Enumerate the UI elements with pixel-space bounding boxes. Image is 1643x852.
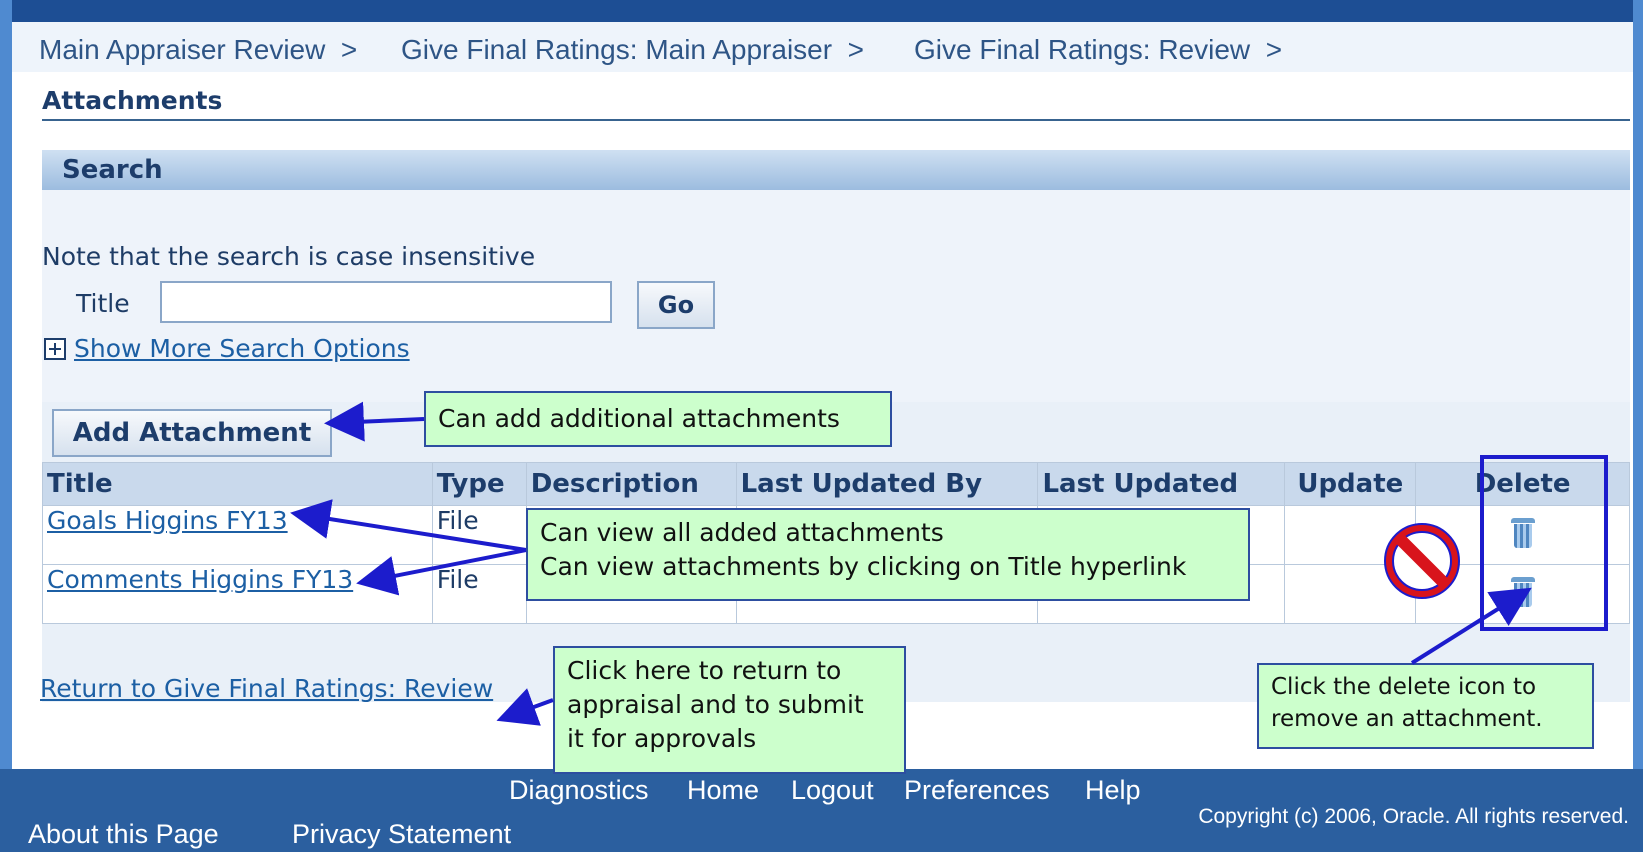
- go-button[interactable]: Go: [637, 281, 715, 329]
- callout-return-line3: it for approvals: [567, 724, 757, 753]
- callout-add-attachments: Can add additional attachments: [424, 391, 892, 447]
- breadcrumb-item-give-final-ratings-main-appraiser[interactable]: Give Final Ratings: Main Appraiser >: [401, 34, 864, 66]
- callout-view-attachments: Can view all added attachments Can view …: [526, 508, 1250, 601]
- delete-column-highlight: [1480, 455, 1608, 631]
- cell-type: File: [431, 505, 527, 565]
- callout-view-line2: Can view attachments by clicking on Titl…: [540, 552, 1187, 581]
- column-header-type: Type: [431, 462, 527, 506]
- column-header-last-updated: Last Updated: [1037, 462, 1286, 506]
- app-frame: Main Appraiser Review > Give Final Ratin…: [0, 0, 1643, 852]
- show-more-search-options[interactable]: Show More Search Options: [44, 334, 410, 363]
- column-header-description: Description: [525, 462, 737, 506]
- callout-view-line1: Can view all added attachments: [540, 518, 944, 547]
- add-attachment-button[interactable]: Add Attachment: [52, 409, 332, 457]
- callout-return-line2: appraisal and to submit: [567, 690, 864, 719]
- footer-link-privacy-statement[interactable]: Privacy Statement: [292, 819, 511, 850]
- footer-link-help[interactable]: Help: [1085, 775, 1141, 806]
- cell-title: Comments Higgins FY13: [42, 564, 433, 624]
- attachment-title-link[interactable]: Goals Higgins FY13: [47, 506, 288, 535]
- show-more-search-options-link[interactable]: Show More Search Options: [74, 334, 410, 363]
- top-band: [0, 0, 1643, 22]
- callout-return-line1: Click here to return to: [567, 656, 842, 685]
- title-label: Title: [76, 289, 130, 318]
- search-header: Search: [42, 150, 1630, 190]
- breadcrumb-item-give-final-ratings-review[interactable]: Give Final Ratings: Review >: [914, 34, 1282, 66]
- return-to-review-link[interactable]: Return to Give Final Ratings: Review: [40, 674, 493, 703]
- footer-link-home[interactable]: Home: [687, 775, 759, 806]
- title-divider: [42, 119, 1630, 121]
- breadcrumb: Main Appraiser Review > Give Final Ratin…: [12, 22, 1633, 72]
- footer-link-preferences[interactable]: Preferences: [904, 775, 1050, 806]
- table-header-row: Title Type Description Last Updated By L…: [42, 462, 1630, 506]
- page-title: Attachments: [42, 86, 223, 115]
- column-header-title[interactable]: Title: [42, 462, 433, 506]
- search-header-label: Search: [62, 155, 163, 185]
- column-header-update: Update: [1284, 462, 1417, 506]
- footer: Diagnostics Home Logout Preferences Help…: [0, 769, 1643, 852]
- breadcrumb-item-main-appraiser-review[interactable]: Main Appraiser Review >: [39, 34, 357, 66]
- left-edge: [0, 0, 12, 852]
- cell-title: Goals Higgins FY13: [42, 505, 433, 565]
- cell-type: File: [431, 564, 527, 624]
- callout-return: Click here to return to appraisal and to…: [553, 646, 906, 774]
- footer-link-diagnostics[interactable]: Diagnostics: [509, 775, 649, 806]
- right-edge: [1633, 0, 1643, 852]
- title-search-input[interactable]: [160, 281, 612, 323]
- callout-delete-line2: remove an attachment.: [1271, 706, 1543, 732]
- plus-box-icon[interactable]: [44, 337, 66, 360]
- search-note: Note that the search is case insensitive: [42, 242, 536, 271]
- no-entry-icon: [1384, 523, 1460, 599]
- footer-link-logout[interactable]: Logout: [791, 775, 874, 806]
- callout-delete: Click the delete icon to remove an attac…: [1257, 663, 1594, 749]
- footer-link-about-this-page[interactable]: About this Page: [28, 819, 219, 850]
- attachment-title-link[interactable]: Comments Higgins FY13: [47, 565, 353, 594]
- column-header-last-updated-by: Last Updated By: [735, 462, 1039, 506]
- copyright-text: Copyright (c) 2006, Oracle. All rights r…: [1198, 805, 1629, 828]
- callout-delete-line1: Click the delete icon to: [1271, 674, 1537, 700]
